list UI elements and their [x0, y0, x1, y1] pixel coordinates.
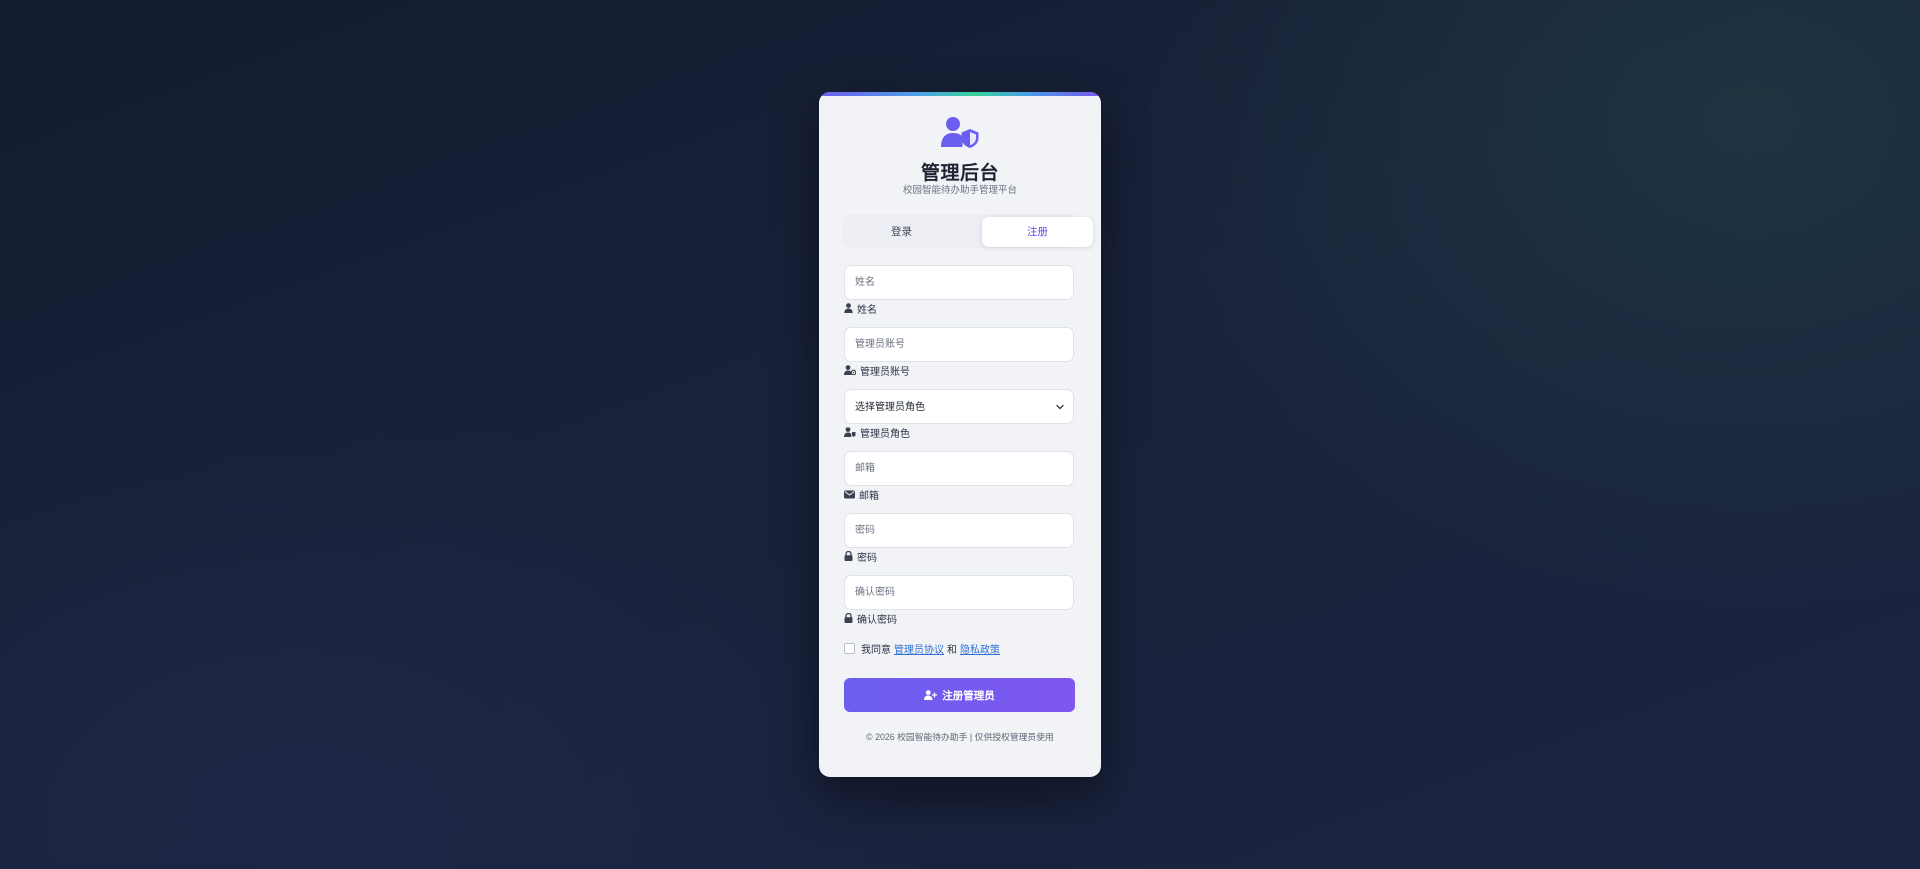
- agreement-conjunction: 和: [947, 645, 957, 656]
- lock-icon: [844, 551, 853, 561]
- email-input[interactable]: [845, 452, 1073, 485]
- email-label: 邮箱: [844, 487, 879, 502]
- role-label: 管理员角色: [844, 425, 910, 440]
- register-card: 管理后台 校园智能待办助手管理平台 登录 注册 姓名 管理员账号 选择管理员角色: [819, 92, 1101, 777]
- name-field: [844, 265, 1074, 300]
- account-label-text: 管理员账号: [860, 366, 910, 378]
- confirm-password-label: 确认密码: [844, 611, 897, 626]
- password-label: 密码: [844, 549, 877, 564]
- user-icon: [844, 303, 853, 313]
- card-top-accent: [819, 92, 1101, 96]
- name-label: 姓名: [844, 301, 877, 316]
- user-plus-icon: [924, 690, 938, 700]
- password-field: [844, 513, 1074, 548]
- lock-icon: [844, 613, 853, 623]
- envelope-icon: [844, 490, 855, 498]
- password-label-text: 密码: [857, 552, 877, 564]
- account-field: [844, 327, 1074, 362]
- password-input[interactable]: [845, 514, 1073, 547]
- account-input[interactable]: [845, 328, 1073, 361]
- user-tag-icon: [844, 427, 856, 437]
- page-subtitle: 校园智能待办助手管理平台: [902, 185, 1017, 196]
- chevron-down-icon: [1056, 404, 1064, 410]
- footer-text: © 2026 校园智能待办助手 | 仅供授权管理员使用: [866, 732, 1054, 742]
- agreement-prefix: 我同意: [861, 645, 891, 656]
- name-label-text: 姓名: [857, 304, 877, 316]
- name-input[interactable]: [845, 266, 1073, 299]
- user-gear-icon: [844, 365, 856, 375]
- agreement-checkbox[interactable]: [844, 643, 855, 654]
- user-shield-icon: [940, 116, 980, 148]
- email-label-text: 邮箱: [859, 490, 879, 502]
- register-admin-button-label: 注册管理员: [942, 689, 995, 702]
- account-label: 管理员账号: [844, 363, 910, 378]
- role-select-value: 选择管理员角色: [855, 402, 925, 413]
- privacy-policy-link[interactable]: 隐私政策: [960, 641, 1000, 656]
- confirm-password-input[interactable]: [845, 576, 1073, 609]
- admin-agreement-link[interactable]: 管理员协议: [894, 641, 944, 656]
- agreement-row: 我同意 管理员协议 和 隐私政策: [844, 641, 1003, 656]
- page-title: 管理后台: [920, 163, 999, 184]
- tab-login[interactable]: 登录: [846, 217, 957, 247]
- role-select[interactable]: 选择管理员角色: [844, 389, 1074, 424]
- confirm-password-label-text: 确认密码: [857, 614, 897, 626]
- confirm-password-field: [844, 575, 1074, 610]
- email-field: [844, 451, 1074, 486]
- auth-tabs: 登录 注册: [843, 214, 1093, 248]
- register-admin-button[interactable]: 注册管理员: [844, 678, 1075, 712]
- tab-register[interactable]: 注册: [982, 217, 1093, 247]
- role-label-text: 管理员角色: [860, 428, 910, 440]
